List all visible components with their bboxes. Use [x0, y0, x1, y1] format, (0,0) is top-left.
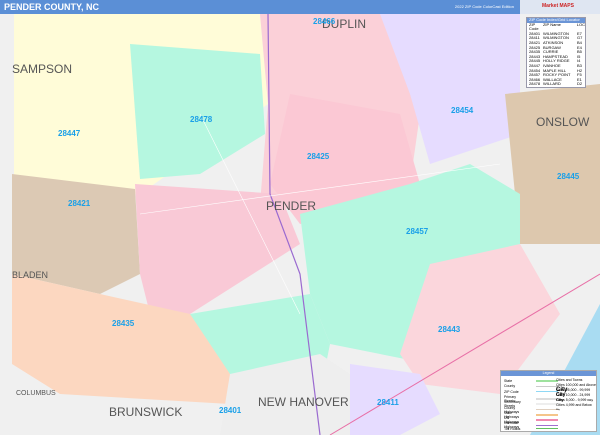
legend-swatch	[536, 385, 558, 388]
zip-label: 28421	[68, 199, 91, 208]
zip-label: 28447	[58, 129, 81, 138]
edition-label: 2022 ZIP Code ColorCast Edition	[454, 4, 514, 9]
zip-label: 28457	[406, 227, 429, 236]
legend-item: County	[504, 384, 558, 388]
legend-swatch	[536, 427, 558, 430]
zip-label: 28478	[190, 115, 213, 124]
county-label: PENDER	[266, 199, 317, 213]
map-title: PENDER COUNTY, NC	[4, 2, 100, 12]
legend-item: Toll Roads	[504, 427, 558, 431]
city-class: Cities 4,999 and Below City	[556, 403, 592, 411]
county-label: BRUNSWICK	[109, 405, 183, 419]
zip-label: 28401	[219, 406, 242, 415]
zip-index-table: ZIP Code Index/Grid Locator ZIP Code ZIP …	[526, 17, 586, 88]
legend: Legend State County ZIP Code Primary Street…	[500, 370, 597, 432]
zip-label: 28425	[307, 152, 330, 161]
logo: Market MAPS	[520, 0, 600, 14]
zip-label: 28445	[557, 172, 580, 181]
county-label: COLUMBUS	[16, 390, 56, 397]
zip-label: 28411	[377, 398, 399, 407]
zip-label: 28443	[438, 325, 461, 334]
zip-label: 28435	[112, 319, 135, 328]
zip-label: 28466	[313, 17, 336, 26]
legend-item: ZIP Code	[504, 390, 558, 394]
header-bar: PENDER COUNTY, NC 2022 ZIP Code ColorCas…	[0, 0, 600, 14]
cities-title: Cities and Towns	[556, 378, 583, 382]
legend-swatch	[536, 390, 558, 393]
county-label: BLADEN	[12, 270, 49, 280]
city-class: Cities 5,000 - 9,999 City	[556, 398, 594, 402]
zip-index-row: 28478 WILLARD D2	[529, 81, 583, 87]
county-label: NEW HANOVER	[258, 395, 349, 409]
zip-label: 28454	[451, 106, 474, 115]
county-label: SAMPSON	[12, 62, 73, 76]
legend-item: State	[504, 379, 558, 383]
county-label: ONSLOW	[536, 115, 590, 129]
legend-swatch	[536, 380, 558, 382]
legend-title: Legend	[501, 371, 596, 376]
